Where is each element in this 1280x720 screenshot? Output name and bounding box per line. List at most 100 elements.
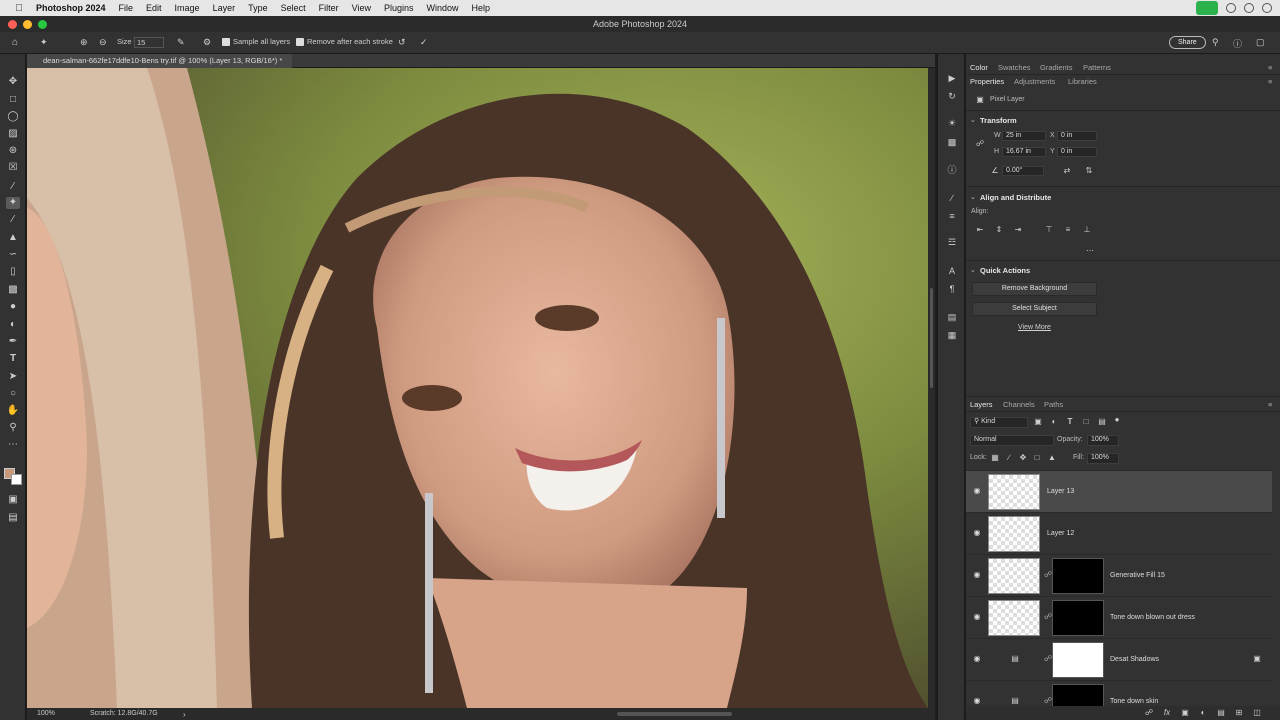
search-status-icon[interactable] xyxy=(1226,3,1236,13)
clock-icon[interactable] xyxy=(1262,3,1272,13)
menu-edit[interactable]: Edit xyxy=(146,3,162,13)
workspace-icon[interactable]: ▢ xyxy=(1256,37,1265,48)
quick-mask-icon[interactable]: ▣ xyxy=(6,494,20,506)
align-left-icon[interactable]: ⇤ xyxy=(975,225,985,235)
layer-mask-thumbnail[interactable] xyxy=(1052,642,1104,678)
tab-paths[interactable]: Paths xyxy=(1044,400,1063,409)
layer-row-desat-shadows[interactable]: ◉ ▤ ☍ Desat Shadows ▣ xyxy=(966,638,1272,680)
pen-tool-icon[interactable]: ✒ xyxy=(6,336,20,348)
smart-filter-icon[interactable]: ▣ xyxy=(1252,654,1262,664)
layer-name[interactable]: Tone down blown out dress xyxy=(1110,614,1195,621)
document-tab[interactable]: dean-salman-662fe17ddfe10-Bens try.tif @… xyxy=(27,54,293,68)
canvas-vertical-scrollbar[interactable] xyxy=(928,68,935,708)
panel-menu-icon[interactable]: ≡ xyxy=(1268,63,1272,72)
adjust-sliders-icon[interactable]: ≡ xyxy=(946,210,958,222)
mask-link-icon[interactable]: ☍ xyxy=(1044,696,1052,705)
filter-smart-object-icon[interactable]: ▤ xyxy=(1097,417,1107,427)
histogram-icon[interactable]: ▩ xyxy=(946,136,958,148)
menu-layer[interactable]: Layer xyxy=(213,3,236,13)
visibility-eye-icon[interactable]: ◉ xyxy=(972,612,982,622)
screen-mode-icon[interactable]: ▤ xyxy=(6,512,20,524)
panel-menu-icon[interactable]: ≡ xyxy=(1268,77,1272,86)
remove-tool-icon[interactable]: ✦ xyxy=(40,37,48,48)
flip-vertical-icon[interactable]: ⇅ xyxy=(1084,166,1094,176)
panel-menu-icon[interactable]: ≡ xyxy=(1268,400,1272,409)
gradient-tool-icon[interactable]: ▩ xyxy=(6,284,20,296)
width-input[interactable]: 25 in xyxy=(1002,131,1046,141)
menu-image[interactable]: Image xyxy=(175,3,200,13)
chevron-down-icon[interactable]: ⌄ xyxy=(970,116,976,124)
view-more-link[interactable]: View More xyxy=(1018,324,1051,331)
menu-file[interactable]: File xyxy=(119,3,134,13)
select-subject-button[interactable]: Select Subject xyxy=(972,302,1097,316)
brush-tool-icon[interactable]: ∕ xyxy=(6,214,20,226)
zoom-level[interactable]: 100% xyxy=(37,710,55,717)
fill-input[interactable]: 100% xyxy=(1087,453,1119,464)
visibility-eye-icon[interactable]: ◉ xyxy=(972,654,982,664)
tab-color[interactable]: Color xyxy=(970,63,988,72)
libraries-icon[interactable]: ▤ xyxy=(946,311,958,323)
menu-window[interactable]: Window xyxy=(427,3,459,13)
remove-after-stroke-checkbox[interactable]: Remove after each stroke xyxy=(296,37,393,47)
chevron-right-icon[interactable]: › xyxy=(183,710,186,719)
document-canvas[interactable] xyxy=(27,68,928,708)
marquee-tool-icon[interactable]: □ xyxy=(6,94,20,106)
angle-input[interactable]: 0.00° xyxy=(1002,166,1044,176)
lock-pixels-icon[interactable]: ∕ xyxy=(1004,453,1014,463)
visibility-eye-icon[interactable]: ◉ xyxy=(972,570,982,580)
tab-channels[interactable]: Channels xyxy=(1003,400,1035,409)
eraser-tool-icon[interactable]: ▯ xyxy=(6,266,20,278)
brush-increase-icon[interactable]: ⊕ xyxy=(80,37,88,48)
layer-mask-thumbnail[interactable] xyxy=(1052,558,1104,594)
layer-row-generative-fill-15[interactable]: ◉ ☍ Generative Fill 15 xyxy=(966,554,1272,596)
paragraph-icon[interactable]: ¶ xyxy=(946,283,958,295)
layer-name[interactable]: Generative Fill 15 xyxy=(1110,572,1165,579)
menu-plugins[interactable]: Plugins xyxy=(384,3,414,13)
quick-actions-header[interactable]: Quick Actions xyxy=(980,266,1030,275)
remove-tool-icon[interactable]: ✦ xyxy=(6,197,20,209)
history-brush-icon[interactable]: ∽ xyxy=(6,249,20,261)
blur-tool-icon[interactable]: ● xyxy=(6,301,20,313)
zoom-tool-icon[interactable]: ⚲ xyxy=(6,422,20,434)
brush-decrease-icon[interactable]: ⊖ xyxy=(99,37,107,48)
lock-artboard-icon[interactable]: □ xyxy=(1032,453,1042,463)
horizontal-scrollbar-thumb[interactable] xyxy=(617,712,732,716)
menu-type[interactable]: Type xyxy=(248,3,268,13)
chevron-down-icon[interactable]: ⌄ xyxy=(970,266,976,274)
align-bottom-icon[interactable]: ⊥ xyxy=(1082,225,1092,235)
filter-toggle-icon[interactable]: ● xyxy=(1112,415,1122,425)
layer-row-layer-12[interactable]: ◉ Layer 12 xyxy=(966,512,1272,554)
gear-icon[interactable]: ⚙ xyxy=(203,37,211,48)
filter-pixel-icon[interactable]: ▣ xyxy=(1033,417,1043,427)
blend-mode-select[interactable]: Normal xyxy=(970,435,1054,446)
fx-icon[interactable]: fx xyxy=(1162,708,1172,718)
character-icon[interactable]: A xyxy=(946,265,958,277)
layers-icon[interactable]: ☲ xyxy=(946,236,958,248)
frame-tool-icon[interactable]: ☒ xyxy=(6,162,20,174)
layer-name[interactable]: Desat Shadows xyxy=(1110,656,1159,663)
history-icon[interactable]: ↻ xyxy=(946,90,958,102)
flip-horizontal-icon[interactable]: ⇄ xyxy=(1062,166,1072,176)
lock-all-icon[interactable]: ▲ xyxy=(1047,453,1057,463)
align-right-icon[interactable]: ⇥ xyxy=(1013,225,1023,235)
brush-settings-icon[interactable]: ∕ xyxy=(946,192,958,204)
notes-icon[interactable]: ▦ xyxy=(946,329,958,341)
tab-swatches[interactable]: Swatches xyxy=(998,63,1031,72)
crop-tool-icon[interactable]: ⊛ xyxy=(6,145,20,157)
undo-icon[interactable]: ↺ xyxy=(398,37,406,48)
apple-icon[interactable]:  xyxy=(12,3,26,14)
height-input[interactable]: 16.67 in xyxy=(1002,147,1046,157)
lasso-tool-icon[interactable]: ◯ xyxy=(6,111,20,123)
y-input[interactable]: 0 in xyxy=(1057,147,1097,157)
video-call-icon[interactable] xyxy=(1196,1,1218,15)
transform-header[interactable]: Transform xyxy=(980,116,1017,125)
mask-link-icon[interactable]: ☍ xyxy=(1044,612,1052,621)
menu-select[interactable]: Select xyxy=(281,3,306,13)
type-tool-icon[interactable]: T xyxy=(6,353,20,365)
tab-gradients[interactable]: Gradients xyxy=(1040,63,1073,72)
layer-name[interactable]: Layer 13 xyxy=(1047,488,1074,495)
lock-position-icon[interactable]: ✥ xyxy=(1018,453,1028,463)
layer-row-tone-down-dress[interactable]: ◉ ☍ Tone down blown out dress xyxy=(966,596,1272,638)
new-layer-icon[interactable]: ⊞ xyxy=(1234,708,1244,718)
filter-type-icon[interactable]: T xyxy=(1065,417,1075,427)
